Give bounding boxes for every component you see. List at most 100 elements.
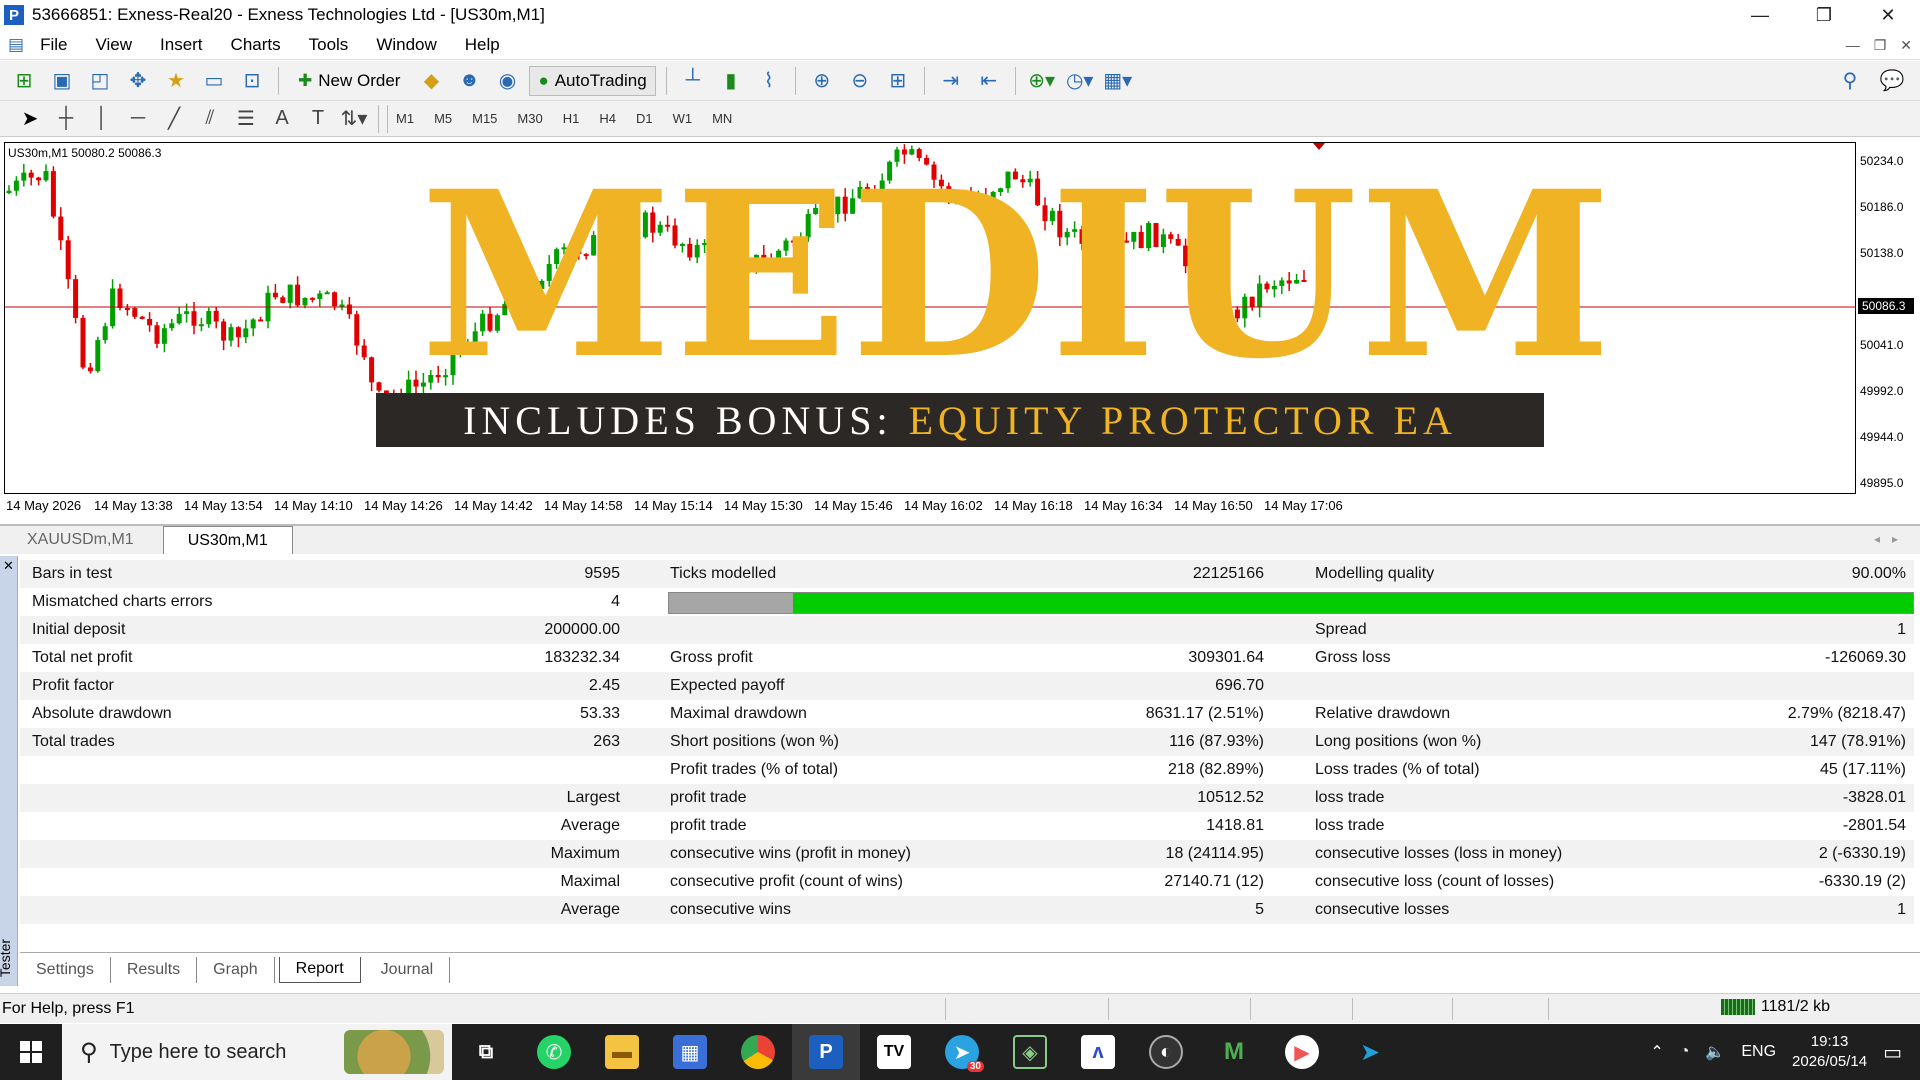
- menu-window[interactable]: Window: [362, 30, 450, 60]
- menu-insert[interactable]: Insert: [146, 30, 217, 60]
- new-chart-icon[interactable]: ⊞: [8, 66, 40, 96]
- tab-scroll-arrows-icon[interactable]: ◂▸: [1874, 532, 1910, 546]
- start-button[interactable]: [0, 1024, 62, 1080]
- tab-graph[interactable]: Graph: [197, 956, 275, 983]
- report-cell-c4: 10512.52: [1197, 789, 1264, 806]
- tester-close-button[interactable]: ✕: [3, 558, 14, 574]
- task-view-icon[interactable]: ⧉: [452, 1024, 520, 1080]
- notifications-icon[interactable]: ▭: [1883, 1040, 1902, 1065]
- menu-help[interactable]: Help: [451, 30, 514, 60]
- language-indicator[interactable]: ENG: [1741, 1043, 1776, 1061]
- fibonacci-icon[interactable]: ☰: [230, 104, 262, 134]
- volume-icon[interactable]: 🔈: [1705, 1042, 1725, 1062]
- timeframe-m1[interactable]: M1: [387, 104, 422, 133]
- whatsapp-icon[interactable]: ✆: [520, 1024, 588, 1080]
- mdi-close-icon[interactable]: ✕: [1900, 37, 1912, 54]
- system-tray: ⌃ ◔ 🔈 ENG 19:13 2026/05/14 ▭: [1650, 1024, 1920, 1080]
- trading-app-icon[interactable]: M: [1200, 1024, 1268, 1080]
- autotrading-button[interactable]: ● AutoTrading: [529, 65, 656, 96]
- report-cell-c5: Spread: [1315, 621, 1367, 638]
- analytics-app-icon[interactable]: ʌ: [1064, 1024, 1132, 1080]
- candle-body: [302, 297, 308, 306]
- timeframe-mn[interactable]: MN: [704, 105, 740, 133]
- timeframe-m15[interactable]: M15: [464, 105, 505, 133]
- metatrader-taskbar-icon[interactable]: P: [792, 1024, 860, 1080]
- tray-chevron-icon[interactable]: ⌃: [1650, 1042, 1663, 1062]
- templates-icon[interactable]: ▦▾: [1102, 66, 1134, 96]
- periods-icon[interactable]: ◷▾: [1064, 66, 1096, 96]
- menu-tools[interactable]: Tools: [295, 30, 363, 60]
- channel-icon[interactable]: ⫽: [194, 104, 226, 134]
- arrow-app-icon[interactable]: ➤: [1336, 1024, 1404, 1080]
- taskbar-search-box[interactable]: ⚲ Type here to search: [62, 1024, 452, 1080]
- mdi-restore-icon[interactable]: ❐: [1874, 37, 1887, 54]
- wifi-icon[interactable]: ◔: [1680, 1043, 1690, 1061]
- toolbar-search-icon[interactable]: ⚲: [1834, 66, 1866, 96]
- tab-journal[interactable]: Journal: [365, 956, 451, 983]
- tab-report[interactable]: Report: [278, 956, 361, 983]
- chart-info-label: US30m,M1 50080.2 50086.3: [8, 146, 162, 160]
- restore-button[interactable]: ❐: [1792, 0, 1856, 30]
- profiles-icon[interactable]: ▣: [46, 66, 78, 96]
- metaeditor-icon[interactable]: ◆: [415, 66, 447, 96]
- crosshair-icon[interactable]: ┼: [50, 104, 82, 134]
- zoom-in-icon[interactable]: ⊕: [806, 66, 838, 96]
- text-label-icon[interactable]: T: [302, 104, 334, 134]
- vertical-line-icon[interactable]: │: [86, 104, 118, 134]
- candle-body: [176, 314, 182, 324]
- accounts-icon[interactable]: ☻: [453, 66, 485, 96]
- text-icon[interactable]: A: [266, 104, 298, 134]
- line-chart-icon[interactable]: ⌇: [753, 66, 785, 96]
- clock[interactable]: 19:13 2026/05/14: [1792, 1032, 1867, 1072]
- minimize-button[interactable]: —: [1728, 0, 1792, 30]
- tile-windows-icon[interactable]: ⊞: [882, 66, 914, 96]
- timeframe-m30[interactable]: M30: [509, 105, 550, 133]
- timeframe-m5[interactable]: M5: [426, 105, 460, 133]
- file-explorer-icon[interactable]: ▬: [588, 1024, 656, 1080]
- menu-charts[interactable]: Charts: [217, 30, 295, 60]
- menu-view[interactable]: View: [81, 30, 146, 60]
- telegram-badge: 30: [966, 1061, 984, 1072]
- new-order-button[interactable]: ✚ New Order: [289, 66, 409, 96]
- timeframe-h4[interactable]: H4: [591, 105, 624, 133]
- tradingview-icon[interactable]: TV: [860, 1024, 928, 1080]
- new-order-icon: ✚: [298, 70, 313, 90]
- candle-body: [132, 308, 138, 317]
- horizontal-line-icon[interactable]: ─: [122, 104, 154, 134]
- terminal-app-icon[interactable]: ◈: [996, 1024, 1064, 1080]
- bar-chart-icon[interactable]: ┴: [677, 66, 709, 96]
- favorites-icon[interactable]: ★: [160, 66, 192, 96]
- strategy-tester-icon[interactable]: ⊡: [236, 66, 268, 96]
- chart-tab-xauusd[interactable]: XAUUSDm,M1: [2, 526, 159, 554]
- mdi-minimize-icon[interactable]: —: [1846, 37, 1860, 53]
- zoom-out-icon[interactable]: ⊖: [844, 66, 876, 96]
- obs-icon[interactable]: ◐: [1132, 1024, 1200, 1080]
- indicators-icon[interactable]: ⊕▾: [1026, 66, 1058, 96]
- candlestick-icon[interactable]: ▮: [715, 66, 747, 96]
- trendline-icon[interactable]: ╱: [158, 104, 190, 134]
- autotrading-icon: ●: [538, 70, 549, 90]
- terminal-icon[interactable]: ▭: [198, 66, 230, 96]
- autoscroll-icon[interactable]: ⇤: [973, 66, 1005, 96]
- chart-tab-us30[interactable]: US30m,M1: [162, 526, 293, 554]
- navigator-icon[interactable]: ✥: [122, 66, 154, 96]
- chat-icon[interactable]: 💬: [1876, 66, 1908, 96]
- chart-shift-icon[interactable]: ⇥: [935, 66, 967, 96]
- close-button[interactable]: ✕: [1856, 0, 1920, 30]
- timeframe-w1[interactable]: W1: [665, 105, 701, 133]
- timeframe-d1[interactable]: D1: [628, 105, 661, 133]
- signals-icon[interactable]: ◉: [491, 66, 523, 96]
- tab-settings[interactable]: Settings: [20, 956, 111, 983]
- cursor-icon[interactable]: ➤: [14, 104, 46, 134]
- report-cell-c1: Total net profit: [32, 649, 133, 666]
- store-icon[interactable]: ▦: [656, 1024, 724, 1080]
- menu-file[interactable]: File: [26, 30, 81, 60]
- arrows-icon[interactable]: ⇅▾: [338, 104, 370, 134]
- chrome-icon[interactable]: [724, 1024, 792, 1080]
- timeframe-h1[interactable]: H1: [555, 105, 588, 133]
- telegram-icon[interactable]: ➤ 30: [928, 1024, 996, 1080]
- media-player-icon[interactable]: ▶: [1268, 1024, 1336, 1080]
- connection-status: 1181/2 kb: [1720, 998, 1830, 1016]
- tab-results[interactable]: Results: [111, 956, 198, 983]
- market-watch-icon[interactable]: ◰: [84, 66, 116, 96]
